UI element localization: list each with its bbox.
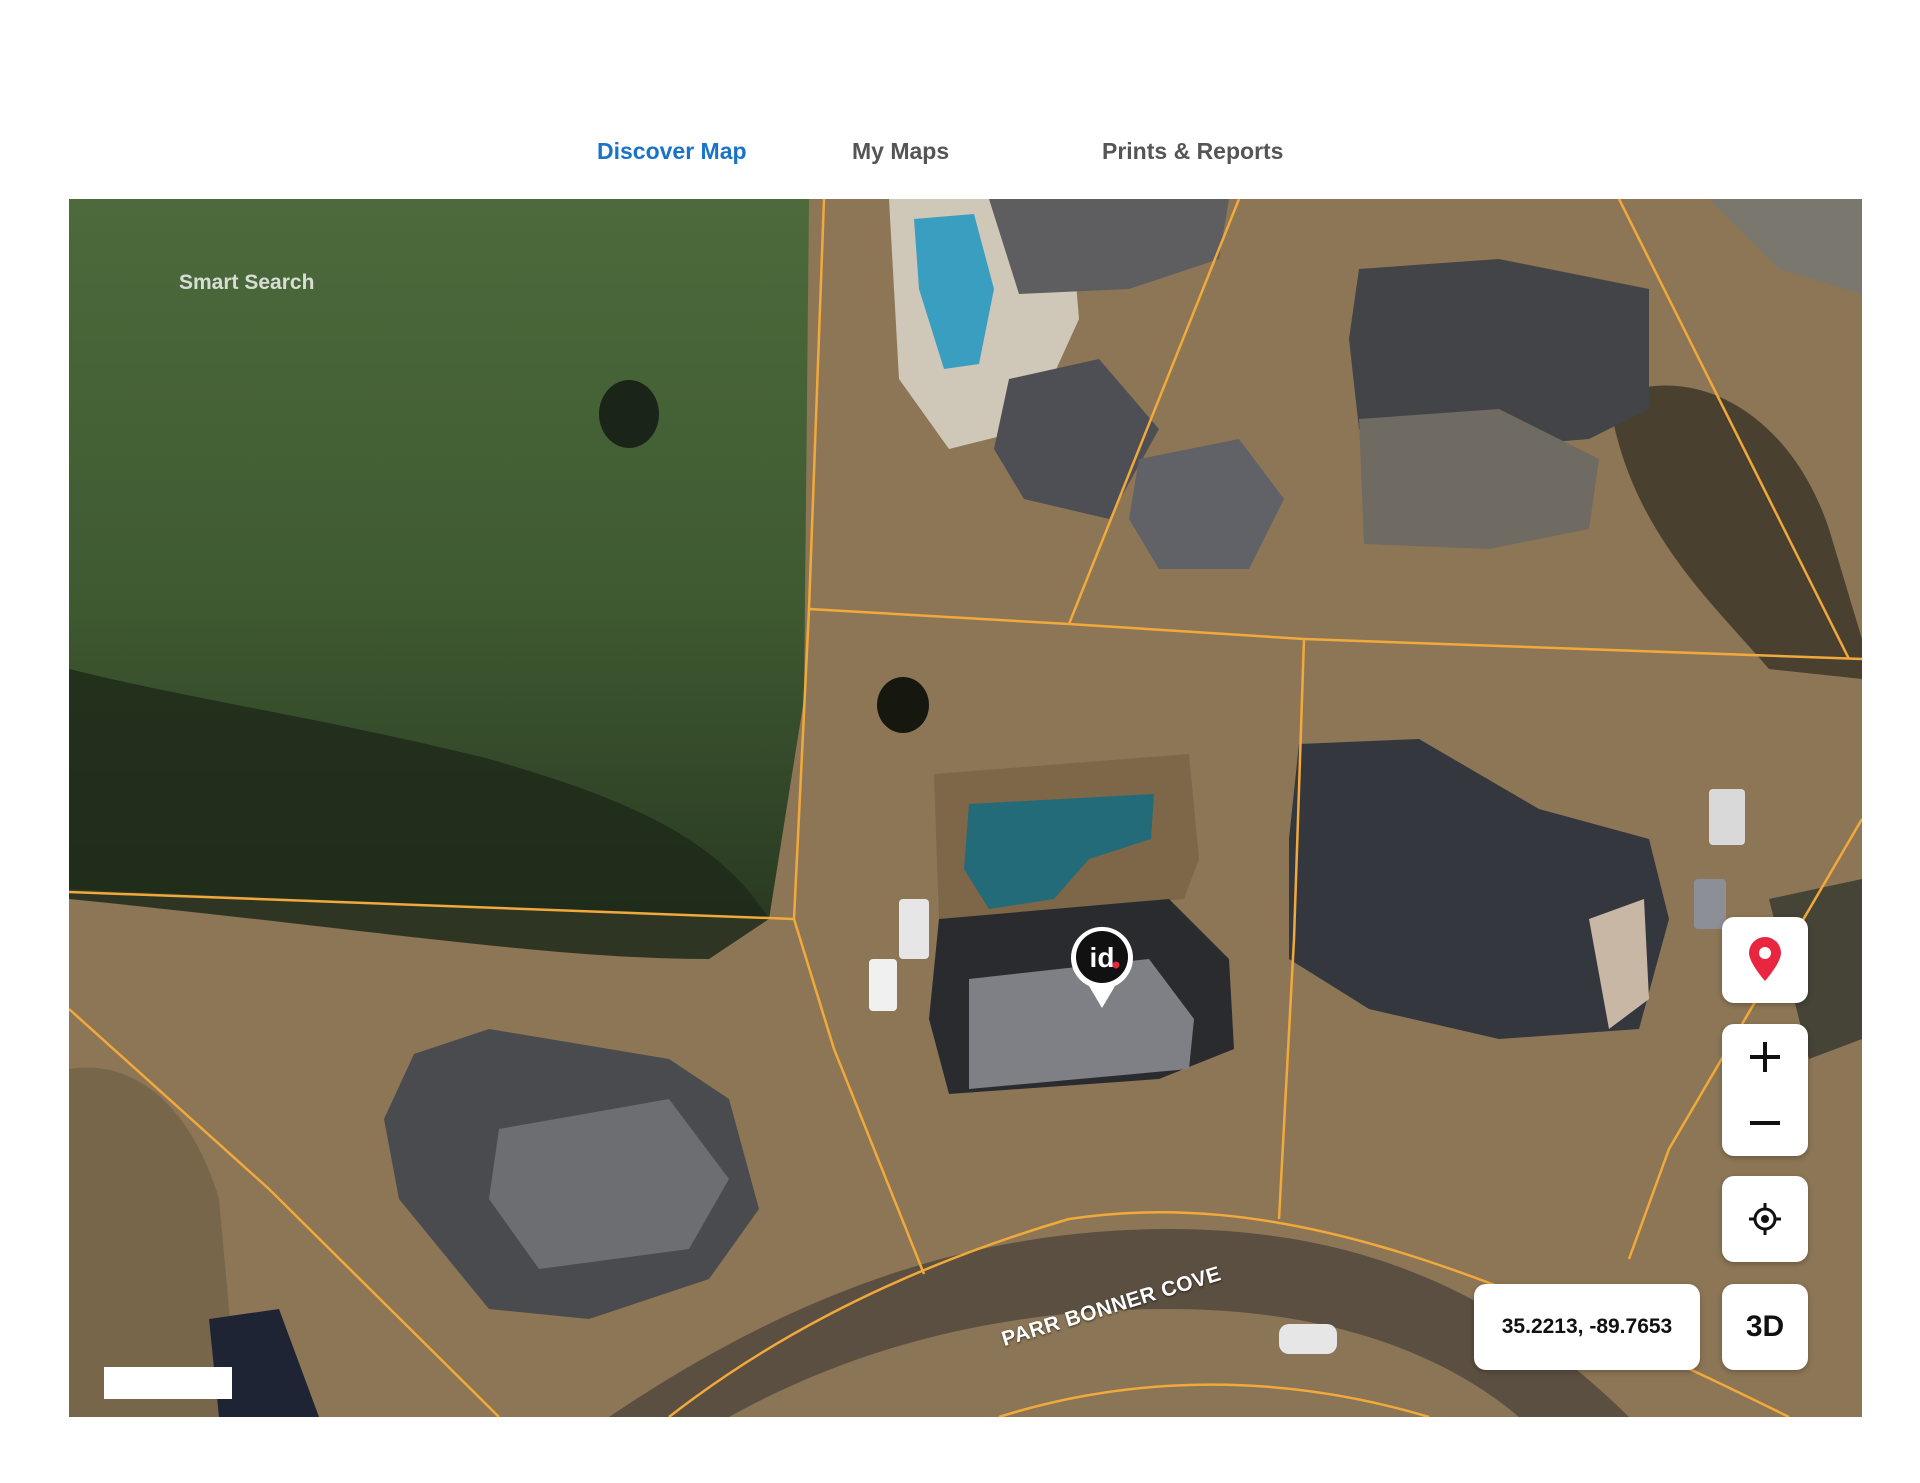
- map-tabs: Discover Map My Maps Prints & Reports: [0, 138, 1920, 174]
- tab-prints-reports[interactable]: Prints & Reports: [1102, 138, 1283, 165]
- zoom-in-icon: [1750, 1042, 1780, 1072]
- toggle-3d-button[interactable]: 3D: [1722, 1284, 1808, 1370]
- zoom-out-icon: [1750, 1121, 1780, 1125]
- tab-discover-map[interactable]: Discover Map: [597, 138, 747, 165]
- drop-pin-button[interactable]: [1722, 917, 1808, 1003]
- zoom-out-button[interactable]: [1722, 1090, 1808, 1156]
- zoom-controls: [1722, 1024, 1808, 1156]
- tab-my-maps[interactable]: My Maps: [852, 138, 949, 165]
- property-marker-icon[interactable]: id: [1069, 924, 1135, 1010]
- coordinates-display: 35.2213, -89.7653: [1474, 1284, 1700, 1370]
- zoom-in-button[interactable]: [1722, 1024, 1808, 1090]
- satellite-imagery: [69, 199, 1862, 1417]
- scale-bar: [104, 1367, 232, 1399]
- smart-search-input[interactable]: Smart Search: [179, 271, 314, 295]
- marker-logo-text: id: [1090, 942, 1115, 973]
- location-pin-icon: [1749, 937, 1781, 981]
- locate-me-button[interactable]: [1722, 1176, 1808, 1262]
- locate-crosshair-icon: [1749, 1203, 1781, 1235]
- satellite-map[interactable]: Smart Search PARR BONNER COVE id 35.2213…: [69, 199, 1862, 1417]
